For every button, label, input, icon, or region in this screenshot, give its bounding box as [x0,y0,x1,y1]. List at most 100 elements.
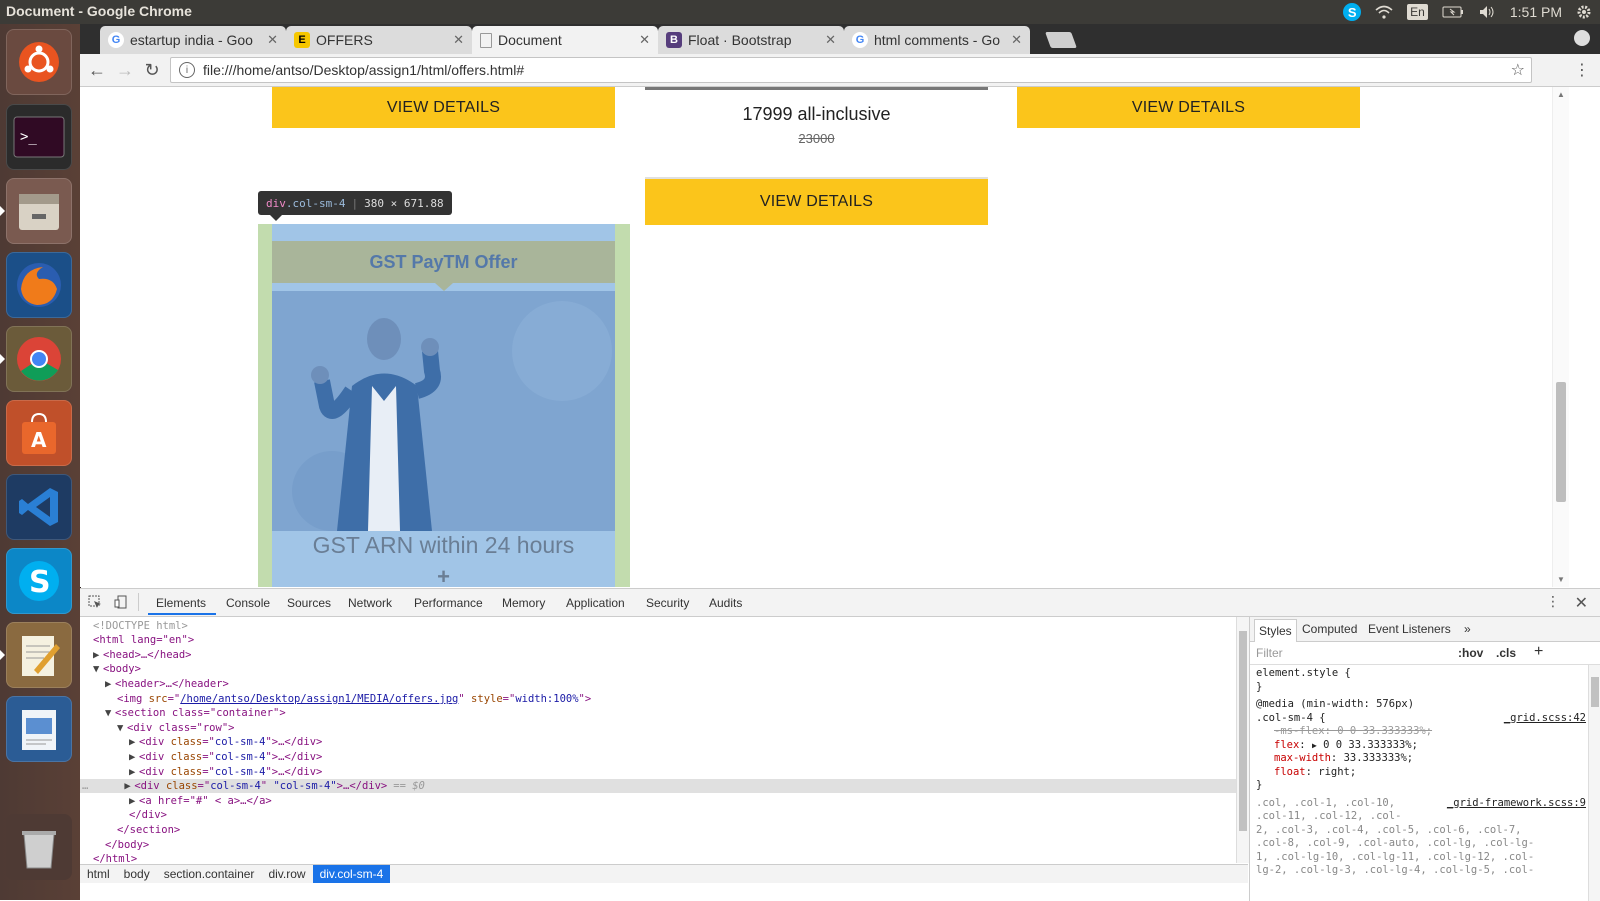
rule-ms-flex[interactable]: -ms-flex: 0 0 33.333333%; [1256,725,1586,739]
dom-html-open[interactable]: <html lang="en"> [93,633,194,647]
new-rule-plus-icon[interactable]: + [1534,643,1543,661]
scrollbar-thumb[interactable] [1591,677,1599,707]
rule-selector-line[interactable]: .col-sm-4 {_grid.scss:42 [1256,712,1586,726]
dom-doctype[interactable]: <!DOCTYPE html> [93,619,188,633]
tab-event-listeners[interactable]: Event Listeners [1368,622,1451,636]
dom-col[interactable]: ▶ <div class="col-sm-4">…</div> [129,735,322,749]
vscode-icon[interactable] [6,474,72,540]
dom-body-close[interactable]: </body> [105,838,149,852]
dom-img-src[interactable]: /home/antso/Desktop/assign1/MEDIA/offers… [180,693,458,705]
text-editor-icon[interactable] [0,622,72,688]
rule-source-link[interactable]: _grid-framework.scss:9 [1447,797,1586,811]
keyboard-layout-indicator[interactable]: En [1407,4,1428,20]
dom-section[interactable]: ▼ <section class="container"> [105,706,286,720]
profile-icon[interactable] [1574,30,1590,46]
rule-flex[interactable]: flex: ▶ 0 0 33.333333%; [1256,739,1586,753]
breadcrumb-html[interactable]: html [80,865,117,883]
wifi-icon[interactable] [1375,5,1393,19]
rule-max-width[interactable]: max-width: 33.333333%; [1256,752,1586,766]
tab-elements[interactable]: Elements [156,596,206,610]
battery-icon[interactable] [1442,6,1464,18]
cls-toggle[interactable]: .cls [1496,646,1516,660]
dom-row[interactable]: ▼ <div class="row"> [117,721,234,735]
tab-performance[interactable]: Performance [414,596,483,610]
tab-console[interactable]: Console [226,596,270,610]
rule-grid-selector-line[interactable]: .col, .col-1, .col-10, _grid-framework.sc… [1256,797,1586,811]
bookmark-star-icon[interactable]: ☆ [1511,60,1525,80]
tab-close-icon[interactable]: ✕ [453,32,464,48]
dom-col[interactable]: ▶ <div class="col-sm-4">…</div> [129,765,322,779]
elements-scrollbar[interactable] [1236,617,1249,863]
scrollbar-thumb[interactable] [1239,631,1247,831]
tab-styles[interactable]: Styles [1254,619,1297,642]
expand-plus-icon[interactable]: + [272,564,615,587]
breadcrumb-body[interactable]: body [117,865,157,883]
view-details-button[interactable]: VIEW DETAILS [272,87,615,128]
breadcrumb-col-selected[interactable]: div.col-sm-4 [312,865,391,883]
dom-div-close[interactable]: </div> [129,808,167,822]
ubuntu-dash-icon[interactable] [6,29,72,95]
more-tabs-chevron-icon[interactable]: » [1464,622,1471,636]
dom-anchor[interactable]: ▶ <a href="#" < a>…</a> [129,794,272,808]
device-toolbar-icon[interactable] [114,595,130,609]
tab-close-icon[interactable]: ✕ [639,32,650,48]
tab-close-icon[interactable]: ✕ [1011,32,1022,48]
dom-img[interactable]: <img src="/home/antso/Desktop/assign1/ME… [117,692,591,706]
files-icon[interactable] [0,178,72,244]
view-details-button[interactable]: VIEW DETAILS [1017,87,1360,128]
devtools-close-icon[interactable]: ✕ [1575,593,1588,613]
rule-element-style[interactable]: element.style { [1256,667,1586,681]
image-viewer-icon[interactable] [6,696,72,762]
tab-memory[interactable]: Memory [502,596,545,610]
view-details-button[interactable]: VIEW DETAILS [645,177,988,225]
breadcrumb-section[interactable]: section.container [157,865,262,883]
chrome-icon[interactable] [0,326,72,392]
address-url[interactable]: file:///home/antso/Desktop/assign1/html/… [203,62,1511,78]
hov-toggle[interactable]: :hov [1458,646,1483,660]
trash-icon[interactable] [6,814,72,880]
dom-col[interactable]: ▶ <div class="col-sm-4">…</div> [129,750,322,764]
tab-document[interactable]: Document ✕ [472,26,658,54]
tab-application[interactable]: Application [566,596,625,610]
rule-source-link[interactable]: _grid.scss:42 [1504,712,1586,726]
clock[interactable]: 1:51 PM [1510,4,1562,20]
scroll-up-icon[interactable]: ▲ [1557,90,1565,99]
forward-arrow-icon[interactable]: → [113,58,137,82]
tab-float-bootstrap[interactable]: B Float · Bootstrap ✕ [658,26,844,54]
settings-gear-icon[interactable] [1576,4,1592,20]
tab-estartup[interactable]: G estartup india - Goo ✕ [100,26,286,54]
scroll-down-icon[interactable]: ▼ [1557,575,1565,584]
reload-icon[interactable]: ↻ [140,58,164,82]
page-scrollbar[interactable]: ▲ ▼ [1552,87,1569,587]
tab-sources[interactable]: Sources [287,596,331,610]
devtools-menu-icon[interactable]: ⋮ [1546,593,1560,610]
tab-security[interactable]: Security [646,596,689,610]
tab-network[interactable]: Network [348,596,392,610]
scrollbar-thumb[interactable] [1556,382,1566,502]
skype-icon[interactable]: S [6,548,72,614]
page-info-icon[interactable]: i [179,62,195,78]
new-tab-button[interactable] [1045,32,1077,48]
volume-icon[interactable] [1478,5,1496,19]
address-bar[interactable]: i file:///home/antso/Desktop/assign1/htm… [170,57,1532,83]
rule-float[interactable]: float: right; [1256,766,1586,780]
dom-head[interactable]: ▶ <head>…</head> [93,648,192,662]
browser-menu-icon[interactable]: ⋮ [1574,60,1590,80]
tab-audits[interactable]: Audits [709,596,742,610]
dom-section-close[interactable]: </section> [117,823,180,837]
dom-col-selected[interactable]: … ▶ <div class="col-sm-4" "col-sm-4">…</di… [80,779,1238,793]
styles-scrollbar[interactable] [1588,665,1600,901]
skype-tray-icon[interactable]: S [1343,3,1362,21]
breadcrumb-row[interactable]: div.row [261,865,312,883]
styles-filter-input[interactable]: Filter [1256,646,1283,660]
tab-close-icon[interactable]: ✕ [267,32,278,48]
back-arrow-icon[interactable]: ← [85,58,109,82]
tab-html-comments[interactable]: G html comments - Go ✕ [844,26,1030,54]
dom-body[interactable]: ▼ <body> [93,662,141,676]
software-center-icon[interactable]: A [6,400,72,466]
inspect-element-icon[interactable] [88,595,104,609]
tab-computed[interactable]: Computed [1302,622,1357,636]
dom-html-close[interactable]: </html> [93,852,137,863]
terminal-icon[interactable]: >_ [6,104,72,170]
tab-close-icon[interactable]: ✕ [825,32,836,48]
